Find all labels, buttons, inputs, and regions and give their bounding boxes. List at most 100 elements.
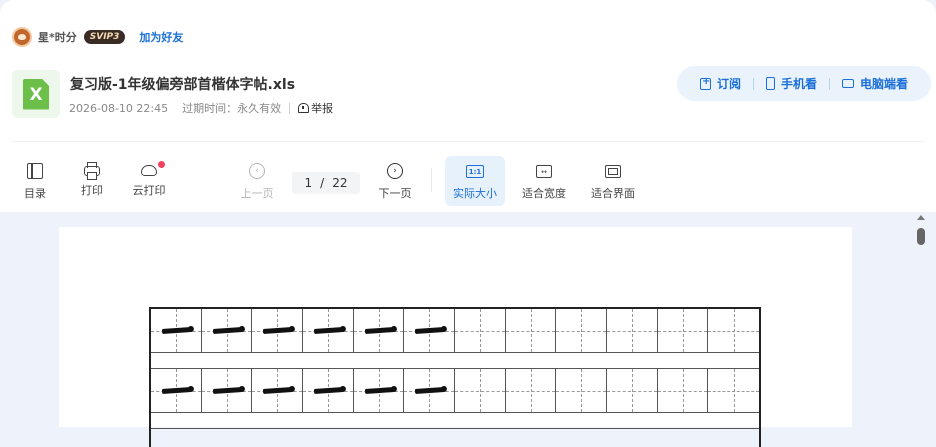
horizontal-stroke [212, 326, 243, 335]
grid-cell [151, 369, 202, 412]
grid-cell [607, 309, 658, 352]
catalog-icon [27, 163, 43, 179]
prev-page-button[interactable]: ‹ 上一页 [234, 156, 280, 206]
grid-cell [657, 369, 709, 412]
next-page-label: 下一页 [378, 187, 412, 200]
phone-icon [765, 77, 775, 90]
pc-view-button[interactable]: 电脑端看 [842, 75, 908, 92]
scroll-thumb[interactable] [917, 228, 925, 245]
upload-date: 2026-08-10 22:45 [69, 101, 169, 115]
actual-size-button[interactable]: 1:1 实际大小 [445, 156, 505, 206]
fit-page-label: 适合界面 [591, 187, 635, 200]
scroll-up-arrow-icon[interactable] [917, 215, 925, 220]
horizontal-stroke [161, 386, 193, 395]
add-friend-link[interactable]: 加为好友 [139, 29, 183, 45]
grid-cell [353, 309, 405, 352]
horizontal-stroke [415, 386, 446, 395]
grid-cell [556, 309, 608, 352]
chevron-right-icon: › [387, 163, 403, 179]
actual-size-icon: 1:1 [466, 165, 484, 178]
current-page-input[interactable]: 1 [305, 176, 313, 190]
document-page [59, 227, 852, 447]
page-indicator: 1 / 22 [292, 172, 360, 194]
fit-width-icon: ↔ [536, 165, 552, 178]
practice-row [151, 369, 759, 413]
grid-cell [556, 369, 608, 412]
expire-time: 过期时间：永久有效 [182, 102, 282, 115]
fit-width-label: 适合宽度 [522, 187, 566, 200]
toolbar-divider [431, 168, 432, 192]
cloud-print-button[interactable]: 云打印 [124, 156, 174, 206]
notification-dot [158, 161, 165, 168]
vip-badge: SVIP3 [83, 30, 126, 44]
file-meta: 2026-08-10 22:45 过期时间：永久有效 举报 [69, 100, 333, 116]
report-link[interactable]: 举报 [298, 100, 333, 116]
total-pages: 22 [332, 176, 348, 190]
grid-cell [303, 369, 354, 412]
horizontal-stroke [364, 326, 395, 335]
grid-cell [657, 309, 709, 352]
horizontal-stroke [313, 326, 345, 335]
phone-view-label: 手机看 [780, 77, 817, 91]
excel-file-icon: X [12, 70, 60, 118]
document-header-card: 星*时分 SVIP3 加为好友 X 复习版-1年级偏旁部首楷体字帖.xls 20… [0, 0, 936, 212]
grid-cell [607, 369, 658, 412]
pc-view-label: 电脑端看 [860, 77, 909, 91]
grid-cell [404, 309, 456, 352]
horizontal-stroke [415, 326, 446, 335]
grid-cell [252, 309, 304, 352]
grid-cell [303, 309, 354, 352]
view-actions-bar: 订阅 手机看 电脑端看 [677, 66, 931, 101]
grid-cell [455, 309, 506, 352]
meta-divider [289, 102, 291, 114]
printer-icon [84, 162, 100, 180]
viewer-toolbar: 目录 打印 云打印 ‹ 上一页 1 / 22 › 下一页 1:1 实际大小 ↔ … [0, 156, 936, 208]
horizontal-stroke [161, 326, 193, 335]
grid-cell [708, 309, 759, 352]
excel-letter: X [29, 84, 43, 105]
uploader-name[interactable]: 星*时分 [38, 29, 77, 45]
horizontal-stroke [263, 326, 294, 335]
grid-cell [201, 369, 253, 412]
fit-page-icon [605, 165, 621, 178]
cloud-print-icon [141, 161, 165, 176]
fit-page-button[interactable]: 适合界面 [585, 156, 641, 206]
prev-page-label: 上一页 [240, 187, 274, 200]
monitor-icon [842, 79, 854, 88]
next-page-button[interactable]: › 下一页 [372, 156, 418, 206]
grid-cell [151, 309, 202, 352]
horizontal-stroke [313, 386, 345, 395]
subscribe-label: 订阅 [716, 77, 741, 91]
horizontal-stroke [364, 386, 395, 395]
report-label: 举报 [311, 102, 334, 115]
grid-cell [505, 369, 557, 412]
actual-size-label: 实际大小 [453, 187, 497, 200]
catalog-label: 目录 [24, 187, 46, 200]
spacer-row [151, 413, 759, 429]
document-viewer[interactable] [0, 212, 936, 447]
avatar[interactable] [12, 27, 32, 47]
print-label: 打印 [81, 184, 103, 197]
page-separator: / [320, 176, 325, 190]
practice-row [151, 309, 759, 353]
action-divider [829, 77, 830, 90]
grid-cell [505, 309, 557, 352]
fit-width-button[interactable]: ↔ 适合宽度 [516, 156, 572, 206]
vertical-scrollbar[interactable] [914, 212, 930, 420]
action-divider [752, 77, 754, 90]
uploader-row: 星*时分 SVIP3 加为好友 [12, 26, 183, 48]
grid-cell [252, 369, 304, 412]
grid-cell [353, 369, 405, 412]
subscribe-button[interactable]: 订阅 [699, 75, 741, 92]
phone-view-button[interactable]: 手机看 [765, 75, 817, 92]
report-icon [298, 103, 310, 113]
catalog-button[interactable]: 目录 [14, 156, 56, 206]
chevron-left-icon: ‹ [249, 163, 265, 179]
grid-cell [708, 369, 759, 412]
practice-grid [149, 307, 761, 447]
file-title: 复习版-1年级偏旁部首楷体字帖.xls [70, 77, 296, 93]
cloud-print-label: 云打印 [132, 184, 166, 197]
bookmark-plus-icon [699, 76, 711, 90]
grid-cell [201, 309, 253, 352]
print-button[interactable]: 打印 [72, 156, 112, 206]
